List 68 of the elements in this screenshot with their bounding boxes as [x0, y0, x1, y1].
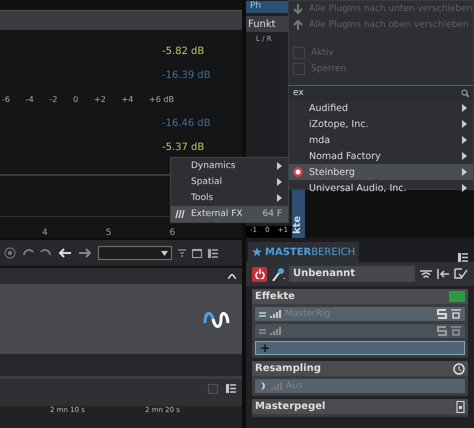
scale-label: +4 — [122, 94, 134, 104]
section-title: Effekte — [255, 291, 295, 302]
menu-item[interactable]: Tools — [171, 190, 288, 206]
ruler-label: 6 — [169, 228, 176, 238]
shortcut-label: 64 F — [262, 209, 282, 219]
clock-icon[interactable] — [453, 362, 465, 374]
dropdown[interactable] — [98, 246, 172, 260]
import-icon[interactable] — [437, 268, 450, 280]
bypass-icon — [451, 326, 461, 336]
plus-label: + — [260, 341, 270, 355]
preset-field[interactable]: Unbenannt — [289, 266, 415, 282]
scale-label: -4 — [26, 94, 34, 104]
menu-item[interactable]: Audified — [289, 100, 473, 116]
filter-icon[interactable] — [178, 249, 186, 257]
window-icon[interactable] — [192, 248, 202, 258]
caret-down-icon — [161, 250, 168, 256]
list-icon[interactable] — [208, 248, 218, 258]
level-reading: -5.37 dB — [162, 142, 206, 152]
menu-item[interactable]: External FX 64 F — [171, 206, 288, 222]
menu-item[interactable]: Dynamics — [171, 158, 288, 174]
arrow-down-icon — [293, 4, 303, 14]
search-icon — [461, 89, 469, 97]
menu-item[interactable]: Spatial — [171, 174, 288, 190]
scale-label: -2 — [49, 94, 58, 104]
stripes-icon — [175, 210, 185, 218]
back-arrow-icon[interactable] — [58, 247, 72, 259]
search-text: ex — [293, 88, 304, 98]
scale-label: -6 — [2, 94, 10, 104]
broadcast-icon[interactable] — [419, 268, 433, 280]
search-field[interactable]: ex — [289, 85, 473, 100]
plugin-slot[interactable] — [255, 324, 465, 338]
scale-label: 0 — [73, 94, 78, 104]
ruler-label: 5 — [106, 228, 112, 238]
level-reading: -16.46 dB — [162, 118, 212, 128]
drag-handle-icon — [259, 328, 266, 334]
menu-item[interactable]: Nomad Factory — [289, 148, 473, 164]
scale-label: +6 dB — [149, 94, 174, 104]
section-title: Masterpegel — [255, 401, 326, 412]
menu-item[interactable]: iZotope, Inc. — [289, 116, 473, 132]
ruler-label: 4 — [42, 228, 48, 238]
master-tab[interactable]: MASTERBEREICH — [248, 242, 360, 262]
microphone-icon[interactable] — [271, 267, 285, 281]
moon-icon — [259, 381, 267, 391]
star-icon — [252, 247, 262, 257]
level-bars-icon — [271, 382, 282, 390]
caret-up-icon[interactable] — [228, 274, 236, 278]
target-icon[interactable] — [4, 247, 16, 259]
meter-icon[interactable] — [456, 400, 465, 412]
record-icon — [293, 167, 303, 177]
bypass-icon — [451, 309, 461, 319]
wave-icon — [203, 309, 230, 329]
level-reading: -16.39 dB — [162, 70, 212, 80]
section-title: Resampling — [255, 363, 321, 374]
menu-item[interactable]: Universal Audio, Inc. — [289, 180, 473, 196]
drag-handle-icon — [259, 310, 266, 318]
power-icon — [254, 269, 264, 279]
scale-label: +2 — [94, 94, 106, 104]
power-button[interactable] — [252, 266, 267, 282]
level-bars-icon — [270, 327, 281, 335]
list-icon[interactable] — [458, 253, 468, 262]
checklist-icon[interactable] — [454, 268, 468, 280]
menu-item[interactable]: Steinberg — [289, 164, 473, 180]
level-bars-icon — [270, 310, 281, 318]
arrow-up-icon — [293, 20, 303, 30]
list-icon[interactable] — [226, 384, 236, 393]
forward-arrow-icon[interactable] — [78, 247, 92, 259]
menu-item[interactable]: mda — [289, 132, 473, 148]
level-reading: -5.82 dB — [162, 46, 206, 56]
